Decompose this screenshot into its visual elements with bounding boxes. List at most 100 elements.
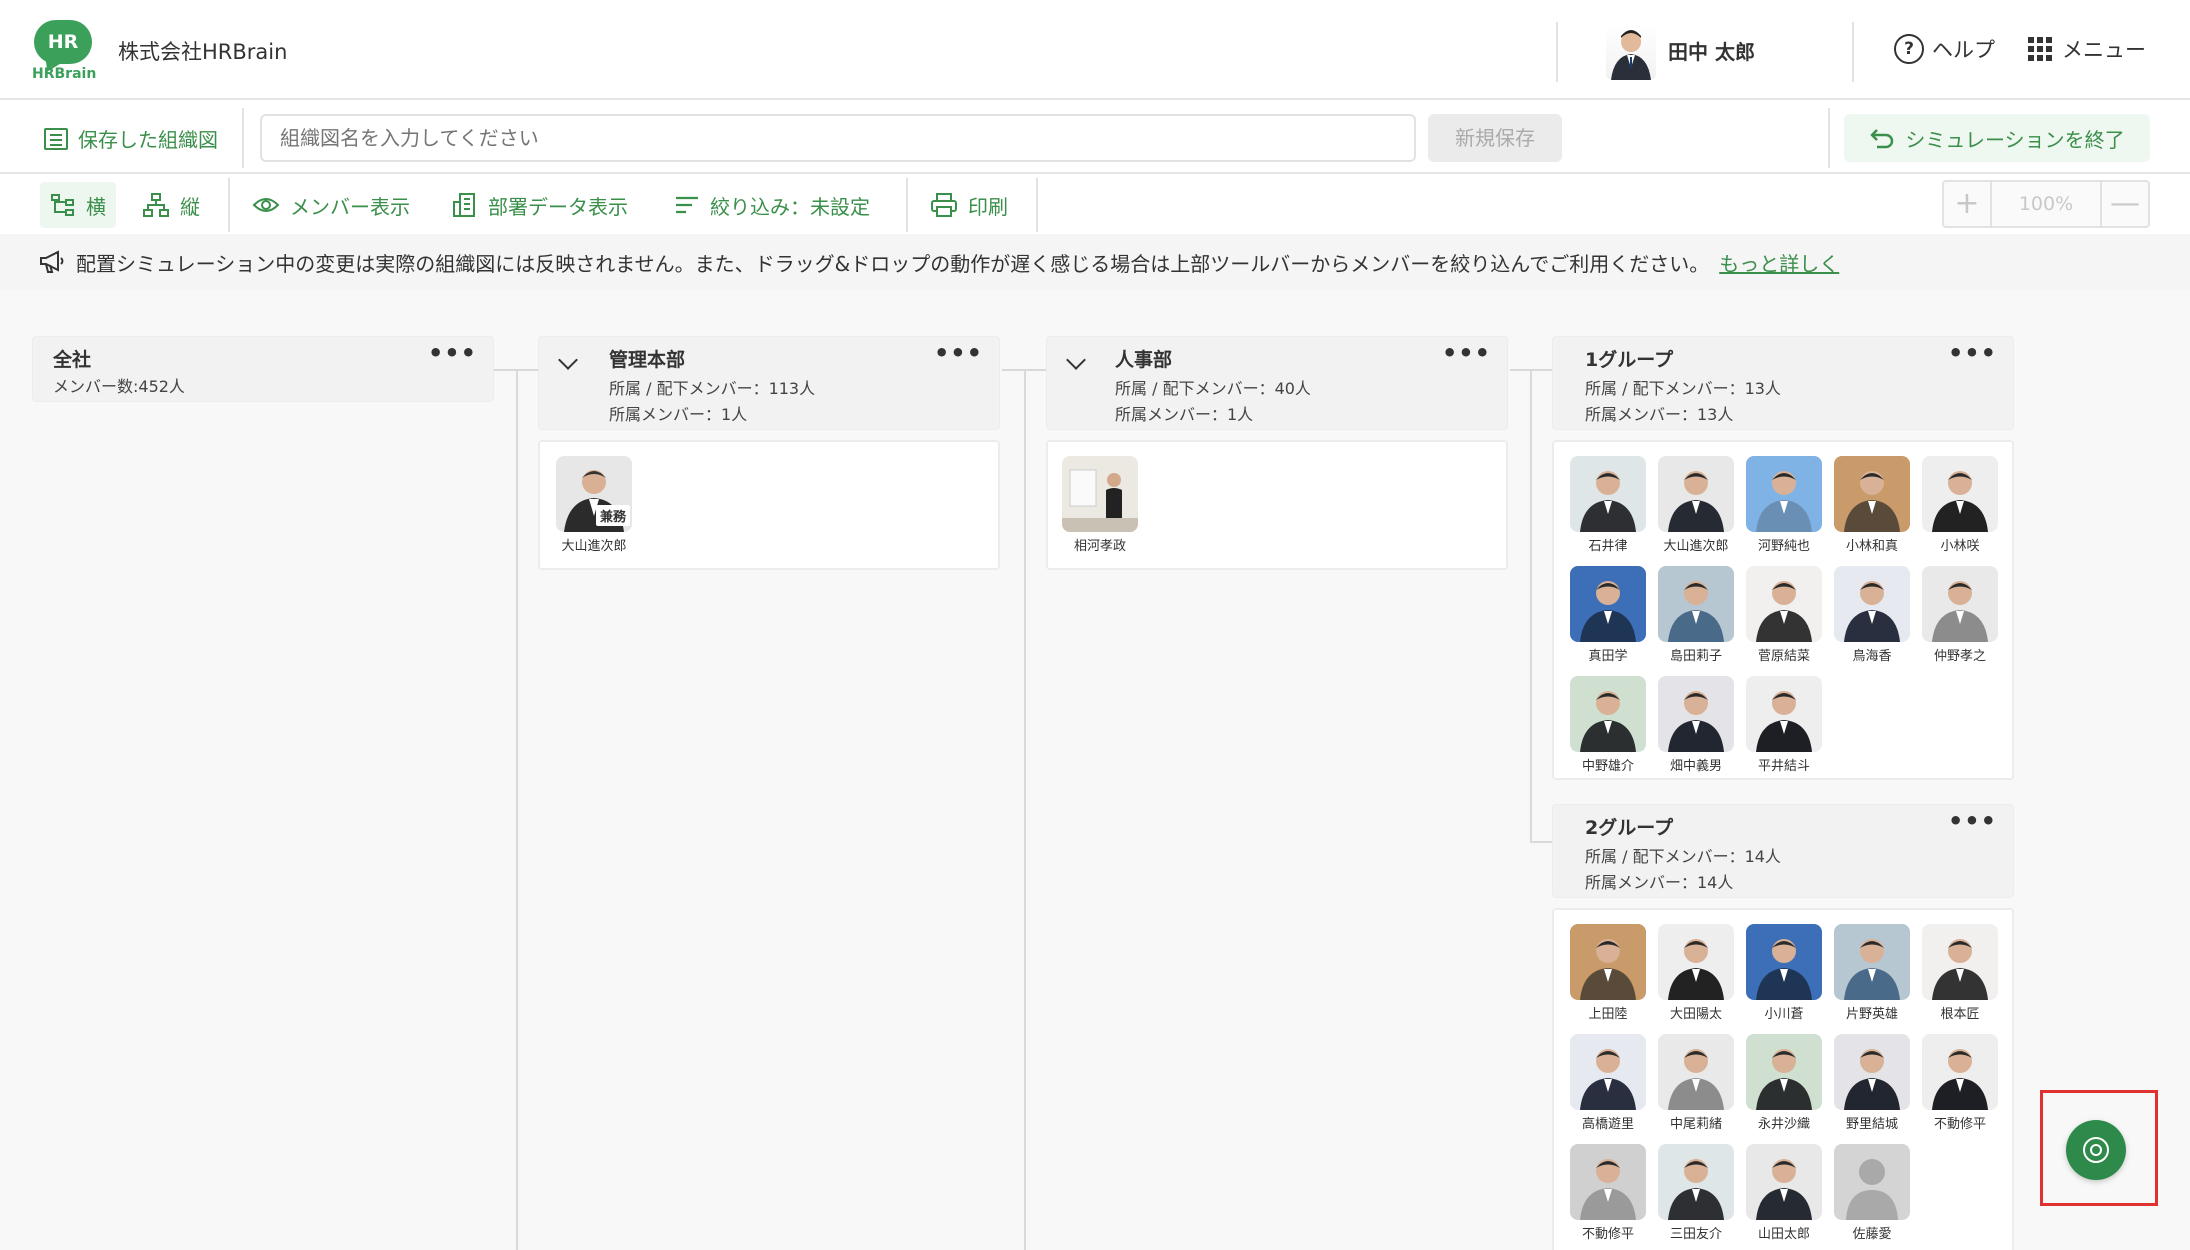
member-photo [1570,924,1646,1000]
org-node-kanri[interactable]: 管理本部 所属 / 配下メンバー：113人 所属メンバー：1人 ••• [538,336,1000,430]
member-name: 平井結斗 [1757,759,1810,774]
filter-button[interactable]: 絞り込み：未設定 [664,182,880,228]
layout-vertical-button[interactable]: 縦 [132,182,210,228]
member-card[interactable]: 根本匠 [1920,924,2000,1022]
notice-text: 配置シミュレーション中の変更は実際の組織図には反映されません。また、ドラッグ&ド… [76,251,1710,276]
org-node-company[interactable]: 全社 メンバー数:452人 ••• [32,336,494,402]
member-card[interactable]: 不動修平 [1920,1034,2000,1132]
print-button[interactable]: 印刷 [920,182,1018,228]
member-photo [1658,566,1734,642]
dept-data-label: 部署データ表示 [488,194,628,219]
member-card[interactable]: 三田友介 [1656,1144,1736,1242]
member-card[interactable]: 小林和真 [1832,456,1912,554]
saved-charts-button[interactable]: 保存した組織図 [44,124,218,153]
more-options-icon[interactable]: ••• [428,339,477,367]
member-card[interactable]: 上田陸 [1568,924,1648,1022]
megaphone-icon [40,250,64,273]
dept-data-button[interactable]: 部署データ表示 [442,182,638,228]
member-name: 相河孝政 [1073,539,1126,554]
member-photo [1834,924,1910,1000]
member-card[interactable]: 中野雄介 [1568,676,1648,774]
member-card[interactable]: 畑中義男 [1656,676,1736,774]
member-card[interactable]: 中尾莉緒 [1656,1034,1736,1132]
member-card[interactable]: 不動修平 [1568,1144,1648,1242]
node-direct-members: 所属メンバー：1人 [609,405,748,424]
member-photo [1746,1034,1822,1110]
more-options-icon[interactable]: ••• [1948,807,1997,835]
member-card[interactable]: 石井律 [1568,456,1648,554]
org-node-group1[interactable]: 1グループ 所属 / 配下メンバー：13人 所属メンバー：13人 ••• [1552,336,2014,430]
more-options-icon[interactable]: ••• [1442,339,1491,367]
member-card[interactable]: 鳥海香 [1832,566,1912,664]
chevron-down-icon[interactable] [1066,350,1086,370]
member-view-button[interactable]: メンバー表示 [242,182,420,228]
member-card[interactable]: 大山進次郎 [1656,456,1736,554]
member-card[interactable]: 真田学 [1568,566,1648,664]
member-photo [1922,566,1998,642]
member-card[interactable]: 小林咲 [1920,456,2000,554]
org-chart-canvas[interactable]: 全社 メンバー数:452人 ••• 管理本部 所属 / 配下メンバー：113人 … [0,290,2190,1250]
chevron-down-icon[interactable] [558,350,578,370]
node-total-members: 所属 / 配下メンバー：113人 [609,379,816,398]
member-card[interactable]: 佐藤愛 [1832,1144,1912,1242]
member-card[interactable]: 相河孝政 [1060,456,1140,554]
member-name: 島田莉子 [1669,649,1722,664]
hrbrain-logo[interactable]: HR HRBrain [30,18,100,84]
savebar-divider [1828,108,1830,168]
layout-horizontal-button[interactable]: 横 [40,182,116,228]
node-title: 全社 [53,349,92,371]
org-chart-simulation-page: { "header": { "logo_text": "HR", "logo_b… [0,0,2190,1250]
member-name: 菅原結菜 [1757,649,1810,664]
member-name: 畑中義男 [1669,759,1722,774]
member-card[interactable]: 平井結斗 [1744,676,1824,774]
member-card[interactable]: 高橋遊里 [1568,1034,1648,1132]
member-photo [1570,1144,1646,1220]
filter-lines-icon [676,196,698,214]
member-card[interactable]: 永井沙織 [1744,1034,1824,1132]
member-card[interactable]: 河野純也 [1744,456,1824,554]
more-options-icon[interactable]: ••• [1948,339,1997,367]
member-photo [1658,1144,1734,1220]
member-name: 河野純也 [1757,539,1810,554]
highlight-box [2040,1090,2158,1206]
eye-icon [252,198,280,212]
member-name: 大田陽太 [1669,1007,1722,1022]
member-card[interactable]: 片野英雄 [1832,924,1912,1022]
zoom-out-button[interactable]: — [2102,182,2148,226]
menu-button[interactable]: メニュー [2028,34,2146,64]
member-card[interactable]: 兼務 大山進次郎 [554,456,634,554]
member-photo [1746,566,1822,642]
member-card[interactable]: 仲野孝之 [1920,566,2000,664]
member-card[interactable]: 山田太郎 [1744,1144,1824,1242]
zoom-in-button[interactable]: + [1944,182,1990,226]
member-photo [1746,676,1822,752]
member-photo: 兼務 [556,456,632,532]
member-name: 中尾莉緒 [1669,1117,1722,1132]
tree-vertical-icon [143,193,169,217]
person-photo [1062,469,1138,532]
saved-charts-label: 保存した組織図 [78,128,218,152]
member-card[interactable]: 島田莉子 [1656,566,1736,664]
org-node-jinji[interactable]: 人事部 所属 / 配下メンバー：40人 所属メンバー：1人 ••• [1046,336,1508,430]
user-name[interactable]: 田中 太郎 [1668,36,1755,65]
member-card[interactable]: 小川蒼 [1744,924,1824,1022]
member-photo [1834,566,1910,642]
more-options-icon[interactable]: ••• [934,339,983,367]
member-name: 大山進次郎 [1663,539,1729,554]
member-card[interactable]: 野里結城 [1832,1034,1912,1132]
learn-more-link[interactable]: もっと詳しく [1719,248,1839,277]
end-simulation-button[interactable]: シミュレーションを終了 [1844,114,2150,162]
member-card[interactable]: 菅原結菜 [1744,566,1824,664]
help-link[interactable]: ? ヘルプ [1894,34,1995,64]
member-name: 野里結城 [1845,1117,1898,1132]
chart-name-input[interactable] [260,114,1416,162]
org-node-group2[interactable]: 2グループ 所属 / 配下メンバー：14人 所属メンバー：14人 ••• [1552,804,2014,898]
member-name: 小林和真 [1845,539,1898,554]
connector-line [1530,841,1552,843]
member-card[interactable]: 大田陽太 [1656,924,1736,1022]
toolbar-divider [906,178,908,232]
new-save-button[interactable]: 新規保存 [1428,114,1562,162]
node-direct-members: 所属メンバー：13人 [1585,405,1734,424]
member-view-label: メンバー表示 [290,194,410,219]
user-avatar[interactable] [1606,24,1656,80]
